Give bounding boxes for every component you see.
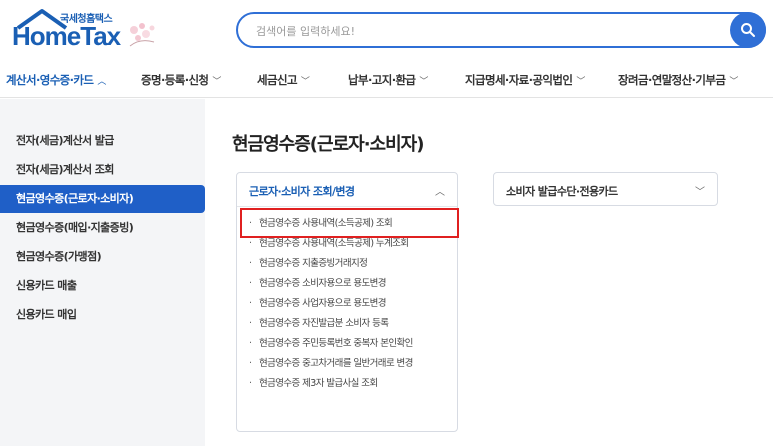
- sidebar-item-einvoice-issue[interactable]: 전자(세금)계산서 발급: [0, 127, 205, 155]
- chevron-down-icon: ﹀: [300, 77, 310, 87]
- nav-item-tax-filing[interactable]: 세금신고 ﹀: [257, 72, 310, 88]
- logo-title: HomeTax: [12, 21, 121, 51]
- sidebar-item-card-sales[interactable]: 신용카드 매출: [0, 272, 205, 300]
- link-duplicate-id-verify[interactable]: 현금영수증 주민등록번호 중복자 본인확인: [247, 337, 452, 351]
- header: 국세청홈택스 HomeTax: [0, 0, 773, 64]
- link-list: 현금영수증 사용내역(소득공제) 조회 현금영수증 사용내역(소득공제) 누계조…: [247, 217, 452, 397]
- link-change-to-consumer[interactable]: 현금영수증 소비자용으로 용도변경: [247, 277, 452, 291]
- link-self-issued-register[interactable]: 현금영수증 자진발급분 소비자 등록: [247, 317, 452, 331]
- sidebar-item-einvoice-search[interactable]: 전자(세금)계산서 조회: [0, 156, 205, 184]
- sidebar-item-label: 전자(세금)계산서 발급: [16, 134, 114, 147]
- panel-header-label: 근로자·소비자 조회/변경: [249, 185, 355, 198]
- sidebar-item-card-purchase[interactable]: 신용카드 매입: [0, 301, 205, 329]
- sidebar: 전자(세금)계산서 발급 전자(세금)계산서 조회 현금영수증(근로자·소비자)…: [0, 99, 205, 446]
- sidebar-item-label: 전자(세금)계산서 조회: [16, 163, 114, 176]
- sidebar-item-cash-receipt-consumer[interactable]: 현금영수증(근로자·소비자): [0, 185, 205, 213]
- nav-item-payment[interactable]: 납부·고지·환급 ﹀: [348, 72, 428, 88]
- sidebar-item-label: 현금영수증(매입·지출증빙): [16, 221, 134, 234]
- nav-item-label: 지급명세·자료·공익법인: [465, 73, 573, 87]
- sidebar-item-cash-receipt-merchant[interactable]: 현금영수증(가맹점): [0, 243, 205, 271]
- nav-item-receipts-cards[interactable]: 계산서·영수증·카드 ︿: [6, 72, 106, 88]
- sidebar-item-cash-receipt-purchase[interactable]: 현금영수증(매입·지출증빙): [0, 214, 205, 242]
- link-expense-proof[interactable]: 현금영수증 지출증빙거래지정: [247, 257, 452, 271]
- nav-item-label: 세금신고: [257, 73, 298, 87]
- hometax-logo[interactable]: 국세청홈택스 HomeTax: [8, 8, 158, 54]
- nav-item-label: 장려금·연말정산·기부금: [618, 73, 726, 87]
- highlight-box: [240, 208, 459, 238]
- nav-item-statements[interactable]: 지급명세·자료·공익법인 ﹀: [465, 72, 585, 88]
- chevron-down-icon: ﹀: [576, 77, 585, 87]
- sidebar-item-label: 신용카드 매출: [16, 279, 77, 292]
- panel-header-label: 소비자 발급수단·전용카드: [506, 185, 618, 198]
- sidebar-item-label: 신용카드 매입: [16, 308, 77, 321]
- chevron-down-icon: ﹀: [729, 77, 738, 87]
- cherry-blossom-icon: [129, 23, 155, 47]
- chevron-up-icon: ︿: [97, 77, 106, 87]
- nav-item-incentives[interactable]: 장려금·연말정산·기부금 ﹀: [618, 72, 738, 88]
- nav-item-certificates[interactable]: 증명·등록·신청 ﹀: [141, 72, 221, 88]
- nav-item-label: 납부·고지·환급: [348, 73, 416, 87]
- search-button[interactable]: [730, 12, 766, 48]
- link-used-car-change[interactable]: 현금영수증 중고차거래를 일반거래로 변경: [247, 357, 452, 371]
- consumer-card-panel[interactable]: 소비자 발급수단·전용카드 ﹀: [493, 172, 718, 206]
- chevron-up-icon: ︿: [435, 187, 445, 198]
- page-title: 현금영수증(근로자·소비자): [232, 134, 424, 155]
- link-usage-cumulative[interactable]: 현금영수증 사용내역(소득공제) 누계조회: [247, 237, 452, 251]
- link-change-to-business[interactable]: 현금영수증 사업자용으로 용도변경: [247, 297, 452, 311]
- chevron-down-icon: ﹀: [419, 77, 428, 87]
- search-bar: [236, 12, 766, 48]
- chevron-down-icon: ﹀: [695, 187, 705, 198]
- nav-item-label: 증명·등록·신청: [141, 73, 209, 87]
- sidebar-item-label: 현금영수증(가맹점): [16, 250, 102, 263]
- main-nav: 계산서·영수증·카드 ︿ 증명·등록·신청 ﹀ 세금신고 ﹀ 납부·고지·환급 ﹀ 지급…: [0, 64, 773, 98]
- link-third-party-inquiry[interactable]: 현금영수증 제3자 발급사실 조회: [247, 377, 452, 391]
- nav-item-label: 계산서·영수증·카드: [6, 73, 94, 87]
- search-input[interactable]: [256, 21, 696, 41]
- chevron-down-icon: ﹀: [212, 77, 221, 87]
- panel-header[interactable]: 근로자·소비자 조회/변경 ︿: [237, 173, 457, 207]
- sidebar-item-label: 현금영수증(근로자·소비자): [16, 192, 134, 205]
- search-icon: [741, 23, 755, 37]
